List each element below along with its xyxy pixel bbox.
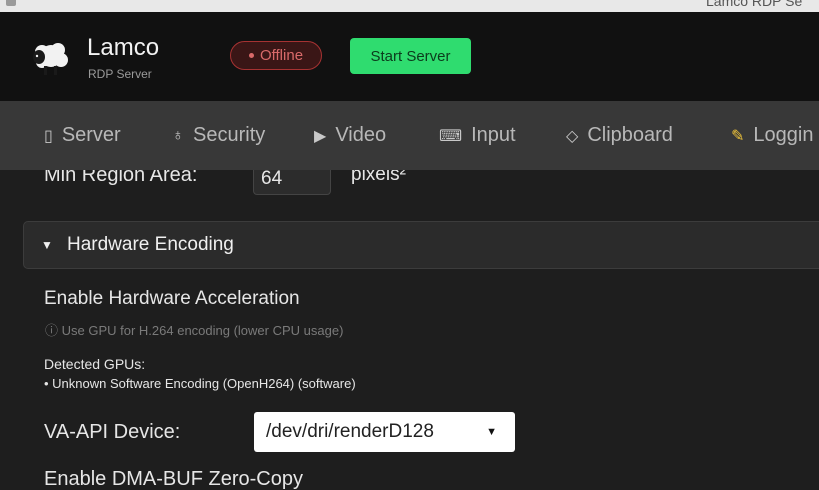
tab-label: Security [193,124,266,146]
memo-icon: ✎ [731,127,745,145]
tab-label: Clipboard [587,124,673,146]
window-titlebar: Lamco RDP Se [0,0,819,12]
app-name: Lamco [87,34,160,61]
start-server-button[interactable]: Start Server [350,38,471,74]
tab-label: Loggin [753,124,814,146]
expand-triangle-icon: ▼ [41,238,53,252]
server-icon: ▯ [44,127,53,145]
sheep-icon [33,43,68,75]
tab-server[interactable]: ▯ Server [44,101,121,170]
tab-label: Input [471,124,516,146]
hw-accel-label: Enable Hardware Acceleration [44,288,300,309]
vaapi-device-select[interactable]: /dev/dri/renderD128 ▼ [254,412,515,452]
dropdown-caret-icon: ▼ [486,426,497,438]
tab-logging[interactable]: ✎ Loggin [731,101,813,170]
min-region-input[interactable] [253,170,331,195]
tab-bar: ▯ Server ♁ Security ▶ Video ⌨ Input ◇ Cl… [0,101,819,170]
vaapi-device-label: VA-API Device: [44,421,181,443]
tab-label: Video [335,124,387,146]
vaapi-device-value: /dev/dri/renderD128 [266,421,434,442]
tab-input[interactable]: ⌨ Input [439,101,516,170]
min-region-label: Min Region Area: [44,170,198,186]
video-icon: ▶ [314,127,327,145]
status-badge: Offline [230,41,322,70]
dma-buf-label: Enable DMA-BUF Zero-Copy [44,468,303,490]
status-dot-icon [248,53,254,58]
app-subtitle: RDP Server [88,67,152,81]
window-title: Lamco RDP Se [706,0,803,9]
keyboard-icon: ⌨ [439,127,463,145]
section-title: Hardware Encoding [67,234,234,255]
min-region-unit: pixels² [351,170,406,185]
video-settings-panel: Min Region Area: pixels² ▼ Hardware Enco… [0,170,819,490]
app-icon [6,0,16,6]
lock-icon: ♁ [172,126,184,144]
tab-video[interactable]: ▶ Video [314,101,386,170]
tab-security[interactable]: ♁ Security [172,101,265,170]
hardware-encoding-section-header[interactable]: ▼ Hardware Encoding [23,221,819,269]
app-header: Lamco RDP Server Offline Start Server [0,12,819,101]
status-text: Offline [259,47,304,64]
clipboard-icon: ◇ [566,127,579,145]
tab-clipboard[interactable]: ◇ Clipboard [566,101,673,170]
detected-gpus-label: Detected GPUs: [44,356,146,372]
gpu-list-item: • Unknown Software Encoding (OpenH264) (… [44,376,356,391]
hw-accel-hint: ⓘ Use GPU for H.264 encoding (lower CPU … [45,323,344,338]
tab-label: Server [61,124,121,146]
